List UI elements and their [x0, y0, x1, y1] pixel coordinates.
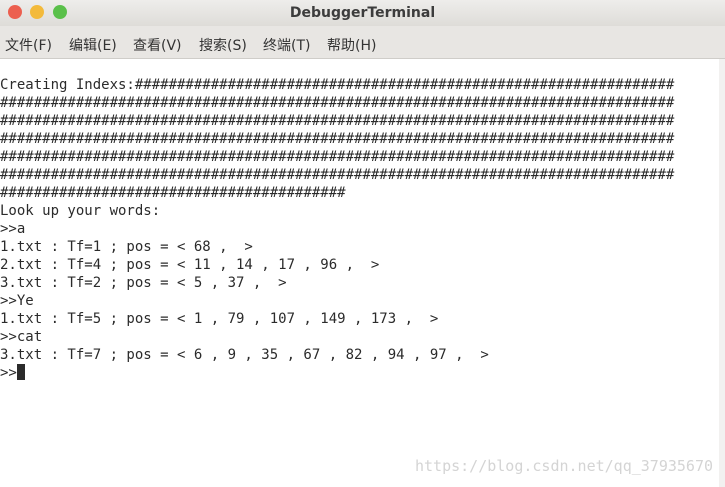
terminal-line: 1.txt : Tf=5 ; pos = < 1 , 79 , 107 , 14…	[0, 311, 439, 327]
menu-help[interactable]: 帮助(H)	[327, 35, 376, 55]
menu-bar: 文件(F) 编辑(E) 查看(V) 搜索(S) 终端(T) 帮助(H)	[0, 26, 725, 59]
terminal-line: Creating Indexs:########################…	[0, 77, 675, 93]
menu-edit[interactable]: 编辑(E)	[69, 35, 117, 55]
terminal-scrollbar[interactable]	[719, 59, 725, 487]
terminal-line: ########################################…	[0, 149, 675, 165]
menu-terminal[interactable]: 终端(T)	[263, 35, 310, 55]
terminal-line: ########################################…	[0, 131, 675, 147]
terminal-output: Creating Indexs:########################…	[0, 76, 674, 382]
terminal-area[interactable]: Creating Indexs:########################…	[0, 59, 719, 487]
terminal-line: >>Ye	[0, 293, 34, 309]
watermark: https://blog.csdn.net/qq_37935670	[414, 457, 713, 475]
terminal-line: 1.txt : Tf=1 ; pos = < 68 , >	[0, 239, 253, 255]
terminal-line: ########################################…	[0, 95, 675, 111]
terminal-line: ########################################…	[0, 167, 675, 183]
menu-search[interactable]: 搜索(S)	[199, 35, 247, 55]
terminal-line: ########################################…	[0, 113, 675, 129]
terminal-prompt: >>	[0, 365, 17, 381]
terminal-line: Look up your words:	[0, 203, 161, 219]
terminal-line: >>cat	[0, 329, 43, 345]
window-title: DebuggerTerminal	[289, 5, 436, 21]
menu-file[interactable]: 文件(F)	[5, 35, 52, 55]
title-bar: DebuggerTerminal	[0, 0, 725, 26]
text-cursor	[16, 364, 25, 380]
terminal-line: >>a	[0, 221, 26, 237]
terminal-line: 3.txt : Tf=7 ; pos = < 6 , 9 , 35 , 67 ,…	[0, 347, 489, 363]
menu-view[interactable]: 查看(V)	[133, 35, 182, 55]
terminal-line: 2.txt : Tf=4 ; pos = < 11 , 14 , 17 , 96…	[0, 257, 380, 273]
terminal-line: 3.txt : Tf=2 ; pos = < 5 , 37 , >	[0, 275, 287, 291]
terminal-line: ########################################…	[0, 185, 346, 201]
